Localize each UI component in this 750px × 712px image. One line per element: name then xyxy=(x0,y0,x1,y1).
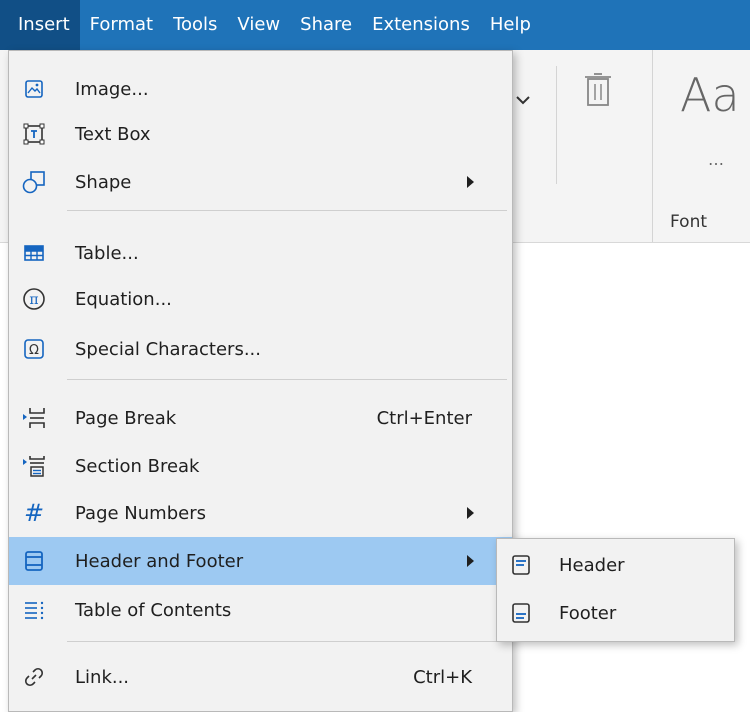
menu-share[interactable]: Share xyxy=(290,0,362,50)
menu-tools[interactable]: Tools xyxy=(163,0,227,50)
section-break-icon xyxy=(21,453,47,479)
page-numbers-icon: # xyxy=(23,499,45,527)
submenu-item-header[interactable]: Header xyxy=(497,541,734,589)
menu-item-label: Text Box xyxy=(75,123,151,145)
shortcut-label: Ctrl+Enter xyxy=(376,407,472,429)
menu-item-special-characters[interactable]: Ω Special Characters... xyxy=(9,325,512,373)
svg-text:π: π xyxy=(29,292,38,308)
menu-item-header-and-footer[interactable]: Header and Footer xyxy=(9,537,512,585)
menu-item-label: Header and Footer xyxy=(75,550,244,572)
table-of-contents-icon xyxy=(21,597,47,623)
menu-item-label: Page Break xyxy=(75,407,177,429)
shortcut-label: Ctrl+K xyxy=(413,666,472,688)
footer-icon xyxy=(509,601,533,625)
menu-item-label: Section Break xyxy=(75,455,200,477)
menu-item-image[interactable]: Image... xyxy=(9,65,512,113)
menu-item-table[interactable]: Table... xyxy=(9,229,512,277)
ribbon-divider xyxy=(556,66,557,184)
svg-text:Ω: Ω xyxy=(29,343,39,358)
menu-item-label: Shape xyxy=(75,171,132,193)
more-options[interactable]: … xyxy=(708,150,724,169)
menu-item-label: Page Numbers xyxy=(75,502,206,524)
menu-extensions[interactable]: Extensions xyxy=(362,0,480,50)
submenu-item-label: Footer xyxy=(559,602,617,624)
menu-item-shape[interactable]: Shape xyxy=(9,158,512,206)
shape-icon xyxy=(21,169,47,195)
menu-item-equation[interactable]: π Equation... xyxy=(9,275,512,323)
menu-item-link[interactable]: Link... Ctrl+K xyxy=(9,653,512,701)
menu-view[interactable]: View xyxy=(227,0,290,50)
menu-item-label: Equation... xyxy=(75,288,172,310)
menu-separator xyxy=(67,210,507,211)
menu-item-page-break[interactable]: Page Break Ctrl+Enter xyxy=(9,394,512,442)
insert-menu: Image... Text Box Shape Table... π Equat… xyxy=(8,50,513,712)
submenu-arrow-icon xyxy=(467,507,474,519)
menu-item-label: Table... xyxy=(75,242,139,264)
menu-item-label: Special Characters... xyxy=(75,338,261,360)
menu-item-label: Table of Contents xyxy=(75,599,232,621)
menu-separator xyxy=(67,379,507,380)
menu-item-table-of-contents[interactable]: Table of Contents xyxy=(9,586,512,634)
special-characters-icon: Ω xyxy=(21,336,47,362)
chevron-down-icon[interactable] xyxy=(515,92,531,108)
header-footer-submenu: Header Footer xyxy=(496,538,735,642)
ribbon-divider xyxy=(652,50,653,242)
page-break-icon xyxy=(21,405,47,431)
menu-format[interactable]: Format xyxy=(80,0,163,50)
menu-bar: Insert Format Tools View Share Extension… xyxy=(0,0,750,50)
table-icon xyxy=(21,240,47,266)
image-icon xyxy=(21,76,47,102)
menu-help[interactable]: Help xyxy=(480,0,541,50)
submenu-item-footer[interactable]: Footer xyxy=(497,589,734,637)
header-footer-icon xyxy=(21,548,47,574)
submenu-item-label: Header xyxy=(559,554,625,576)
submenu-arrow-icon xyxy=(467,176,474,188)
menu-item-label: Link... xyxy=(75,666,130,688)
menu-item-text-box[interactable]: Text Box xyxy=(9,110,512,158)
submenu-arrow-icon xyxy=(467,555,474,567)
text-box-icon xyxy=(21,121,47,147)
header-icon xyxy=(509,553,533,577)
menu-insert[interactable]: Insert xyxy=(0,0,80,50)
font-sample[interactable]: Aa xyxy=(680,68,740,122)
menu-separator xyxy=(67,641,507,642)
link-icon xyxy=(21,664,47,690)
menu-item-page-numbers[interactable]: # Page Numbers xyxy=(9,489,512,537)
font-group-label: Font xyxy=(670,212,708,232)
menu-item-section-break[interactable]: Section Break xyxy=(9,442,512,490)
trash-icon[interactable] xyxy=(583,72,613,108)
equation-icon: π xyxy=(21,286,47,312)
menu-item-label: Image... xyxy=(75,78,149,100)
